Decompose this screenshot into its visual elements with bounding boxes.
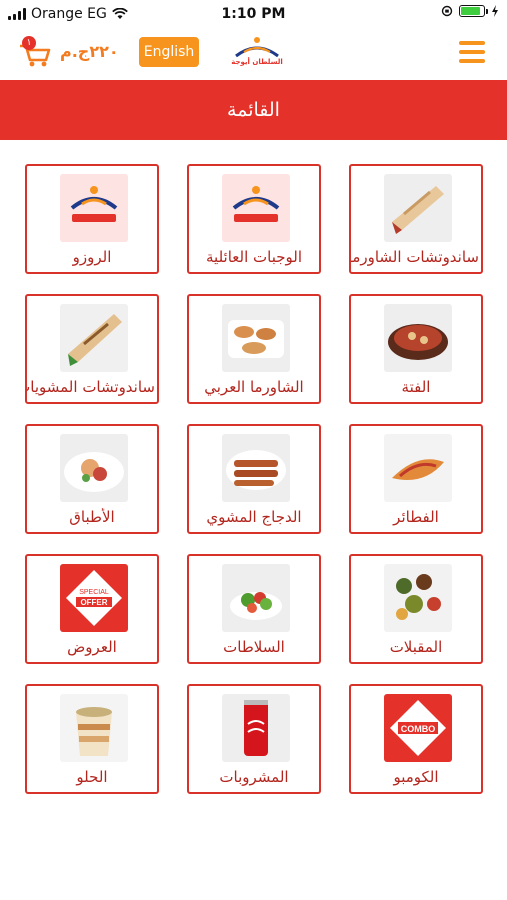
- category-label: المقبلات: [389, 638, 443, 656]
- charging-icon: [492, 5, 498, 17]
- category-tile[interactable]: الفطائر: [349, 424, 483, 534]
- category-label: الفتة: [401, 378, 431, 396]
- dessert-cup-icon: [60, 694, 128, 762]
- language-button[interactable]: English: [139, 37, 199, 67]
- grill-wrap-icon: [60, 304, 128, 372]
- menu-bar: [459, 59, 485, 63]
- sultan-logo-icon: [60, 174, 128, 242]
- category-tile[interactable]: المشروبات: [187, 684, 321, 794]
- hamburger-menu-button[interactable]: [459, 41, 485, 63]
- category-tile[interactable]: السلاطات: [187, 554, 321, 664]
- category-label: الروزو: [72, 248, 112, 266]
- category-tile[interactable]: الدجاج المشوي: [187, 424, 321, 534]
- app-header: ١ ٢٢٠ج.م English السلطان أيوجة: [0, 28, 507, 78]
- category-label: الشاورما العربي: [204, 378, 304, 396]
- svg-text:COMBO: COMBO: [401, 724, 436, 734]
- category-label: العروض: [67, 638, 117, 656]
- svg-text:OFFER: OFFER: [80, 598, 107, 607]
- menu-bar: [459, 41, 485, 45]
- cola-can-icon: [222, 694, 290, 762]
- category-tile[interactable]: ساندوتشات الشاورما: [349, 164, 483, 274]
- pie-plate-icon: [384, 434, 452, 502]
- logo-text: السلطان أيوجة: [231, 58, 283, 66]
- dish-plate-icon: [60, 434, 128, 502]
- sultan-logo-icon: [222, 174, 290, 242]
- brand-logo: السلطان أيوجة: [230, 34, 284, 72]
- special-offer-tag-icon: SPECIAL OFFER: [60, 564, 128, 632]
- category-label: السلاطات: [223, 638, 285, 656]
- combo-tag-icon: COMBO: [384, 694, 452, 762]
- category-label: الكومبو: [393, 768, 439, 786]
- shawarma-wrap-icon: [384, 174, 452, 242]
- category-label: الحلو: [76, 768, 108, 786]
- appetizers-plate-icon: [384, 564, 452, 632]
- category-tile[interactable]: الفتة: [349, 294, 483, 404]
- clock: 1:10 PM: [221, 6, 286, 22]
- category-label: الفطائر: [393, 508, 439, 526]
- status-bar: Orange EG 1:10 PM: [0, 0, 507, 28]
- category-label: المشروبات: [219, 768, 289, 786]
- grilled-chicken-plate-icon: [222, 434, 290, 502]
- svg-text:SPECIAL: SPECIAL: [79, 589, 109, 596]
- category-tile[interactable]: الأطباق: [25, 424, 159, 534]
- logo-mark: [235, 37, 279, 58]
- salad-bowl-icon: [222, 564, 290, 632]
- arabic-shawarma-plate-icon: [222, 304, 290, 372]
- category-tile[interactable]: الوجبات العائلية: [187, 164, 321, 274]
- category-label: الأطباق: [69, 508, 115, 526]
- page-title: القائمة: [0, 80, 507, 140]
- cart-count-badge: ١: [22, 36, 36, 50]
- cart-total: ٢٢٠ج.م: [60, 42, 119, 61]
- category-label: الدجاج المشوي: [206, 508, 302, 526]
- menu-bar: [459, 50, 485, 54]
- battery-icon: [459, 5, 488, 17]
- category-tile[interactable]: ساندوتشات المشويات: [25, 294, 159, 404]
- fatta-plate-icon: [384, 304, 452, 372]
- category-tile[interactable]: المقبلات: [349, 554, 483, 664]
- category-tile[interactable]: الروزو: [25, 164, 159, 274]
- category-label: الوجبات العائلية: [206, 248, 302, 266]
- category-label: ساندوتشات الشاورما: [351, 248, 479, 266]
- category-tile[interactable]: الشاورما العربي: [187, 294, 321, 404]
- category-tile[interactable]: COMBO الكومبو: [349, 684, 483, 794]
- category-tile[interactable]: SPECIAL OFFER العروض: [25, 554, 159, 664]
- status-right: [441, 5, 499, 17]
- orientation-lock-icon: [441, 5, 453, 17]
- category-label: ساندوتشات المشويات: [27, 378, 155, 396]
- category-tile[interactable]: الحلو: [25, 684, 159, 794]
- cart-button[interactable]: ١: [18, 36, 52, 68]
